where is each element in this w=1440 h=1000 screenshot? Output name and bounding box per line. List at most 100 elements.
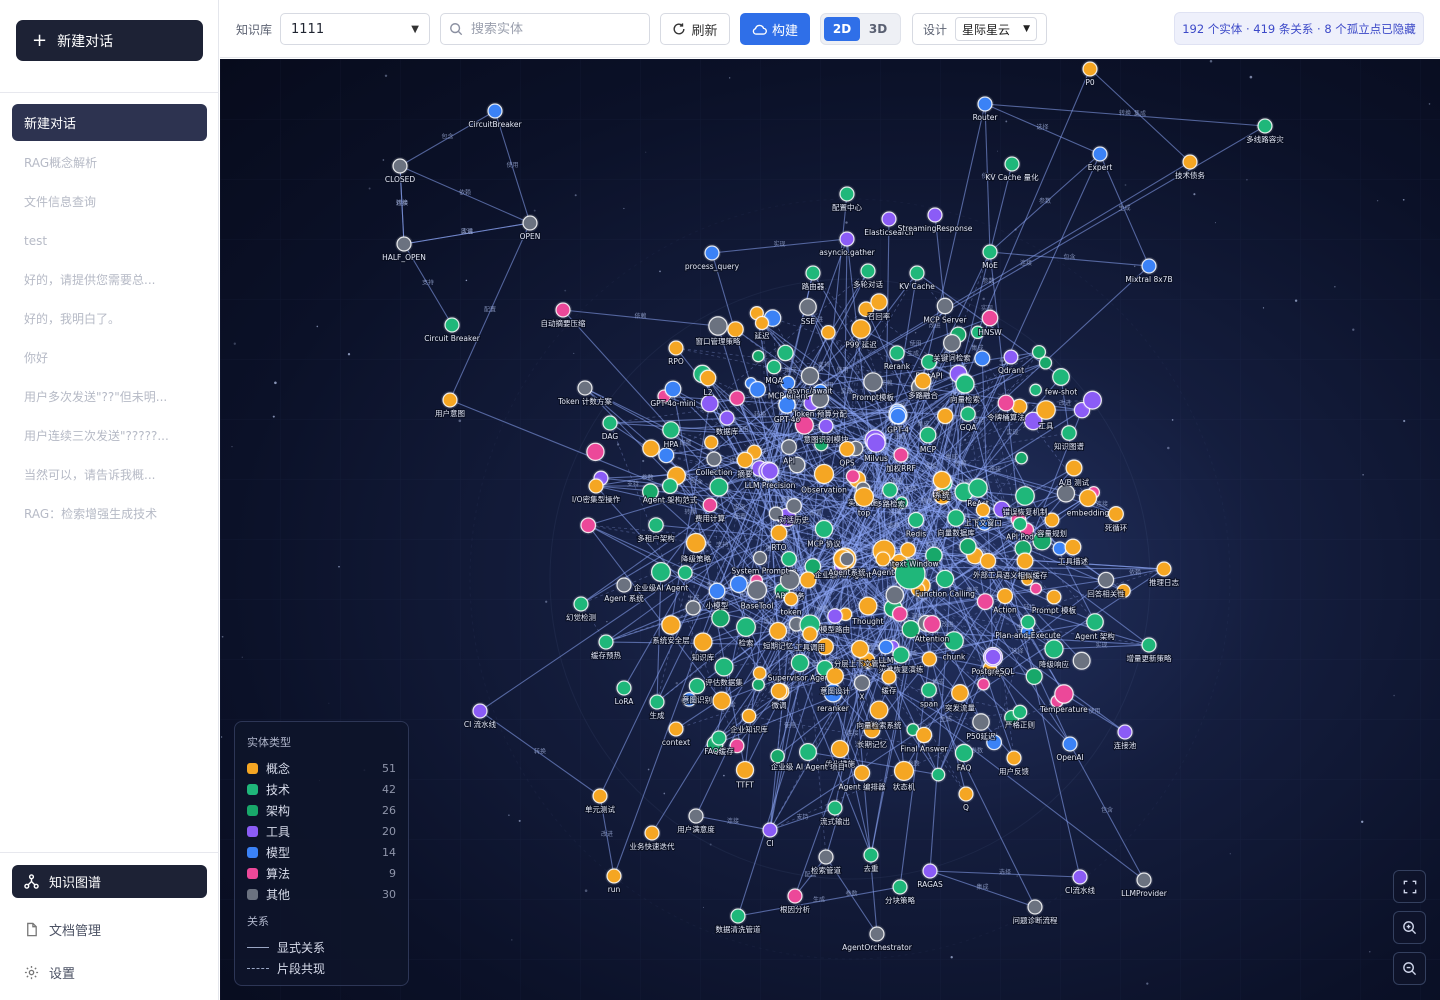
legend-type-row[interactable]: 架构 26	[247, 800, 396, 821]
graph-node-unlabeled[interactable]	[710, 690, 733, 712]
graph-node[interactable]: 知识库	[691, 630, 716, 663]
graph-node-unlabeled[interactable]	[578, 515, 598, 535]
graph-node[interactable]: OPEN	[519, 214, 541, 242]
legend-type-row[interactable]: 模型 14	[247, 842, 396, 863]
graph-node-unlabeled[interactable]	[1037, 354, 1054, 371]
graph-node-unlabeled[interactable]	[676, 563, 695, 582]
graph-node[interactable]: 去重	[862, 846, 880, 874]
graph-node-unlabeled[interactable]	[957, 536, 978, 557]
background-star	[1361, 820, 1364, 823]
graph-node-unlabeled[interactable]	[727, 388, 747, 408]
graph-node-unlabeled[interactable]	[930, 766, 947, 783]
search-input[interactable]	[471, 21, 641, 37]
theme-select[interactable]: 星际星云 ▼	[955, 17, 1038, 41]
conversation-item[interactable]: 用户多次发送"??"但未明...	[12, 377, 207, 416]
graph-node[interactable]: 缓存	[880, 668, 898, 696]
graph-node[interactable]: 召回率	[867, 291, 892, 322]
build-button[interactable]: 构建	[740, 13, 810, 45]
conversation-item[interactable]: 用户连续三次发送"?????...	[12, 416, 207, 455]
zoom-out-button[interactable]	[1393, 952, 1426, 985]
graph-node-unlabeled[interactable]	[709, 607, 732, 629]
theme-selector: 设计 星际星云 ▼	[912, 13, 1047, 45]
graph-node-unlabeled[interactable]	[1027, 382, 1044, 398]
kb-select[interactable]: 1111 ▼	[280, 13, 430, 45]
graph-canvas[interactable]: 包含 使用 依赖 实现 转换 改进 连接 支持 配置 选择 集成 生成 参数 包含 使用 依赖 实现 转换 改进 连接…	[220, 59, 1440, 1000]
conversation-item[interactable]: 你好	[12, 338, 207, 377]
conversation-item[interactable]: RAG：检索增强生成技术	[12, 494, 207, 533]
mode-2d-button[interactable]: 2D	[824, 17, 860, 41]
graph-node[interactable]: RPO	[667, 339, 685, 367]
background-star	[606, 621, 608, 623]
legend-type-row[interactable]: 其他 30	[247, 884, 396, 905]
graph-node-unlabeled[interactable]	[972, 349, 992, 368]
graph-node[interactable]: HPA	[660, 419, 682, 450]
graph-node[interactable]: TTFT	[734, 759, 756, 791]
graph-node-unlabeled[interactable]	[707, 476, 730, 498]
mode-3d-button[interactable]: 3D	[860, 17, 896, 41]
conversation-item[interactable]: RAG概念解析	[12, 143, 207, 182]
legend-type-row[interactable]: 技术 42	[247, 779, 396, 800]
graph-node-unlabeled[interactable]	[1081, 389, 1104, 412]
graph-node[interactable]: RTO	[769, 523, 789, 553]
refresh-button[interactable]: 刷新	[660, 13, 730, 45]
graph-node[interactable]: MQA	[764, 358, 785, 386]
graph-node[interactable]: 摘要	[735, 450, 755, 480]
graph-node-unlabeled[interactable]	[975, 676, 992, 692]
graph-node[interactable]: MoE	[981, 243, 999, 271]
graph-node-unlabeled[interactable]	[975, 591, 996, 612]
legend-type-row[interactable]: 概念 51	[247, 758, 396, 779]
kb-label: 知识库	[236, 23, 273, 37]
conversation-item-active[interactable]: 新建对话	[12, 104, 207, 141]
graph-node[interactable]: GPT-4	[886, 406, 910, 436]
graph-node-unlabeled[interactable]	[1028, 581, 1044, 597]
graph-node[interactable]: span	[919, 680, 939, 709]
graph-node-unlabeled[interactable]	[751, 664, 769, 682]
graph-node[interactable]: Redis	[905, 510, 927, 540]
graph-node[interactable]: 微调	[769, 681, 789, 711]
graph-node[interactable]: LLM	[877, 638, 895, 666]
graph-node[interactable]: 延迟	[753, 314, 771, 342]
sidebar: + 新建对话 新建对话 RAG概念解析 文件信息查询 test 好的，请提供您需要总..…	[0, 0, 219, 1000]
graph-node-unlabeled[interactable]	[935, 406, 955, 426]
fullscreen-button[interactable]	[1393, 870, 1426, 903]
graph-node-label: async/await	[788, 387, 833, 396]
graph-node-unlabeled[interactable]	[1071, 650, 1093, 672]
conversation-item[interactable]: 文件信息查询	[12, 182, 207, 221]
nav-item-settings[interactable]: 设置	[12, 951, 207, 994]
legend-type-row[interactable]: 工具 20	[247, 821, 396, 842]
graph-node[interactable]: LoRA	[614, 679, 635, 707]
graph-node-label: 状态机	[893, 781, 916, 791]
background-star	[1209, 59, 1213, 63]
graph-node-unlabeled[interactable]	[702, 433, 720, 451]
legend-type-count: 14	[382, 846, 396, 859]
background-star	[1352, 328, 1355, 331]
nav-item-knowledge-graph[interactable]: 知识图谱	[12, 865, 207, 898]
conversation-item[interactable]: 好的，请提供您需要总...	[12, 260, 207, 299]
background-star	[573, 352, 575, 354]
legend-type-row[interactable]: 算法 9	[247, 863, 396, 884]
graph-node[interactable]: Milvus	[863, 431, 889, 464]
graph-node-unlabeled[interactable]	[640, 438, 662, 459]
graph-node-unlabeled[interactable]	[684, 598, 703, 617]
graph-node-label: Temperature	[1039, 705, 1088, 714]
edge-label: 配置	[734, 514, 746, 521]
graph-node-unlabeled[interactable]	[819, 323, 838, 342]
graph-node[interactable]: 生成	[648, 693, 666, 721]
nav-item-documents[interactable]: 文档管理	[12, 908, 207, 951]
graph-node[interactable]: DAG	[601, 414, 619, 442]
conversation-item[interactable]: test	[12, 221, 207, 260]
graph-node[interactable]: 系统	[931, 469, 953, 501]
graph-node-unlabeled[interactable]	[750, 348, 766, 364]
graph-node-unlabeled[interactable]	[1013, 450, 1030, 466]
new-chat-button[interactable]: + 新建对话	[16, 20, 203, 61]
zoom-in-button[interactable]	[1393, 911, 1426, 944]
conversation-item[interactable]: 当然可以，请告诉我概...	[12, 455, 207, 494]
graph-node-unlabeled[interactable]	[1024, 666, 1045, 687]
edge-label: 选择	[888, 509, 900, 517]
graph-node[interactable]: 状态机	[892, 759, 917, 792]
graph-node[interactable]: QPS	[837, 439, 857, 468]
conversation-item[interactable]: 好的，我明白了。	[12, 299, 207, 338]
graph-node-unlabeled[interactable]	[584, 441, 607, 463]
graph-node[interactable]: GQA	[959, 404, 978, 433]
graph-node[interactable]: MCP	[918, 425, 938, 455]
